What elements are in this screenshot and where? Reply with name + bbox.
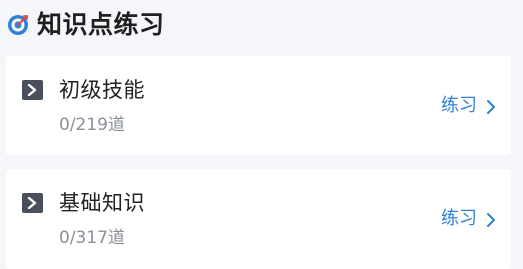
- section-title: 知识点练习: [37, 10, 165, 39]
- topic-card-beginner-skills[interactable]: 初级技能 0/219道 练习: [6, 56, 511, 155]
- topic-card-basic-knowledge[interactable]: 基础知识 0/317道 练习: [6, 169, 511, 269]
- target-icon: [7, 14, 29, 36]
- topic-title: 初级技能: [59, 78, 145, 102]
- chevron-right-icon: [486, 98, 496, 114]
- section-header: 知识点练习: [0, 0, 523, 52]
- expand-arrow-icon[interactable]: [22, 80, 43, 100]
- practice-button[interactable]: 练习: [441, 94, 496, 118]
- practice-label: 练习: [441, 95, 477, 116]
- expand-arrow-icon[interactable]: [22, 193, 43, 213]
- topic-progress: 0/317道: [59, 228, 125, 248]
- topic-title: 基础知识: [59, 191, 145, 215]
- practice-label: 练习: [441, 208, 477, 229]
- practice-button[interactable]: 练习: [441, 207, 496, 231]
- chevron-right-icon: [486, 211, 496, 227]
- topic-progress: 0/219道: [59, 115, 125, 135]
